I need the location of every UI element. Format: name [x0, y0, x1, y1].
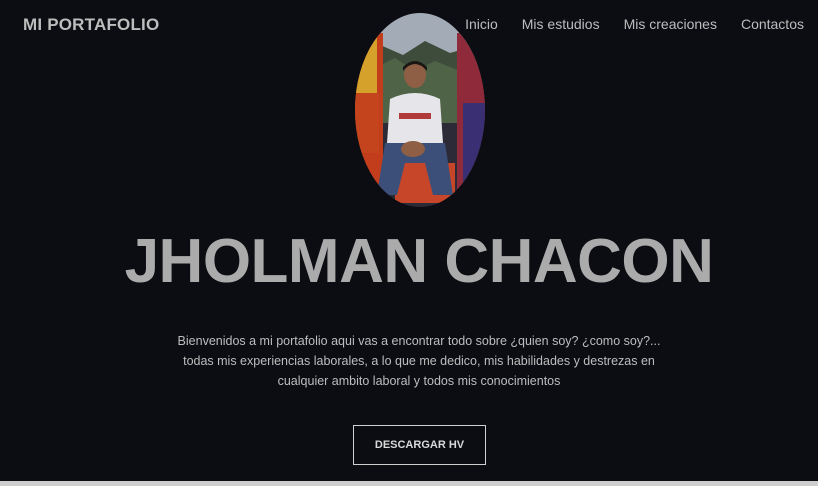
profile-photo-image — [355, 13, 485, 207]
profile-photo — [355, 13, 485, 207]
nav-link-contactos[interactable]: Contactos — [741, 16, 804, 32]
bottom-divider — [0, 481, 818, 486]
intro-text: Bienvenidos a mi portafolio aqui vas a e… — [177, 334, 661, 388]
download-cv-button[interactable]: DESCARGAR HV — [353, 425, 486, 465]
nav-link-mis-estudios[interactable]: Mis estudios — [522, 16, 600, 32]
main-nav: Inicio Mis estudios Mis creaciones Conta… — [465, 16, 804, 32]
brand-logo[interactable]: MI PORTAFOLIO — [23, 15, 159, 35]
nav-link-mis-creaciones[interactable]: Mis creaciones — [624, 16, 717, 32]
page: MI PORTAFOLIO Inicio Mis estudios Mis cr… — [0, 0, 818, 486]
hero-name: JHOLMAN CHACON — [124, 227, 714, 296]
nav-link-inicio[interactable]: Inicio — [465, 16, 498, 32]
